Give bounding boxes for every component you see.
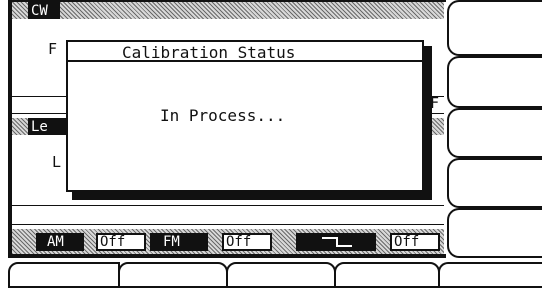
softkey-right-1[interactable] [447, 0, 542, 56]
fm-label: FM [163, 234, 180, 250]
dialog-title: Calibration Status [122, 43, 296, 62]
cw-header-label: CW [31, 3, 48, 19]
display-bottom-bezel [8, 254, 446, 258]
level-value-fragment: L [52, 153, 62, 171]
pulse-state: Off [394, 234, 420, 250]
softkey-bottom-2[interactable] [118, 262, 228, 288]
fm-state: Off [226, 234, 252, 250]
calibration-dialog: Calibration Status In Process... [66, 40, 424, 192]
softkey-right-2[interactable] [447, 56, 542, 108]
softkey-bottom-1[interactable] [8, 262, 120, 288]
pulse-waveform-icon [322, 237, 352, 247]
cw-header-bar [12, 2, 444, 19]
am-label: AM [47, 234, 64, 250]
level-header-label: Le [31, 119, 48, 135]
softkey-bottom-5[interactable] [438, 262, 542, 288]
am-state: Off [100, 234, 126, 250]
dialog-message: In Process... [160, 106, 286, 125]
softkey-right-5[interactable] [447, 208, 542, 258]
softkey-bottom-3[interactable] [226, 262, 336, 288]
softkey-right-4[interactable] [447, 158, 542, 208]
level-area-divider-2 [12, 224, 444, 225]
softkey-bottom-4[interactable] [334, 262, 440, 288]
softkey-right-3[interactable] [447, 108, 542, 158]
frequency-label: F [48, 40, 58, 58]
level-area-divider [12, 205, 444, 206]
